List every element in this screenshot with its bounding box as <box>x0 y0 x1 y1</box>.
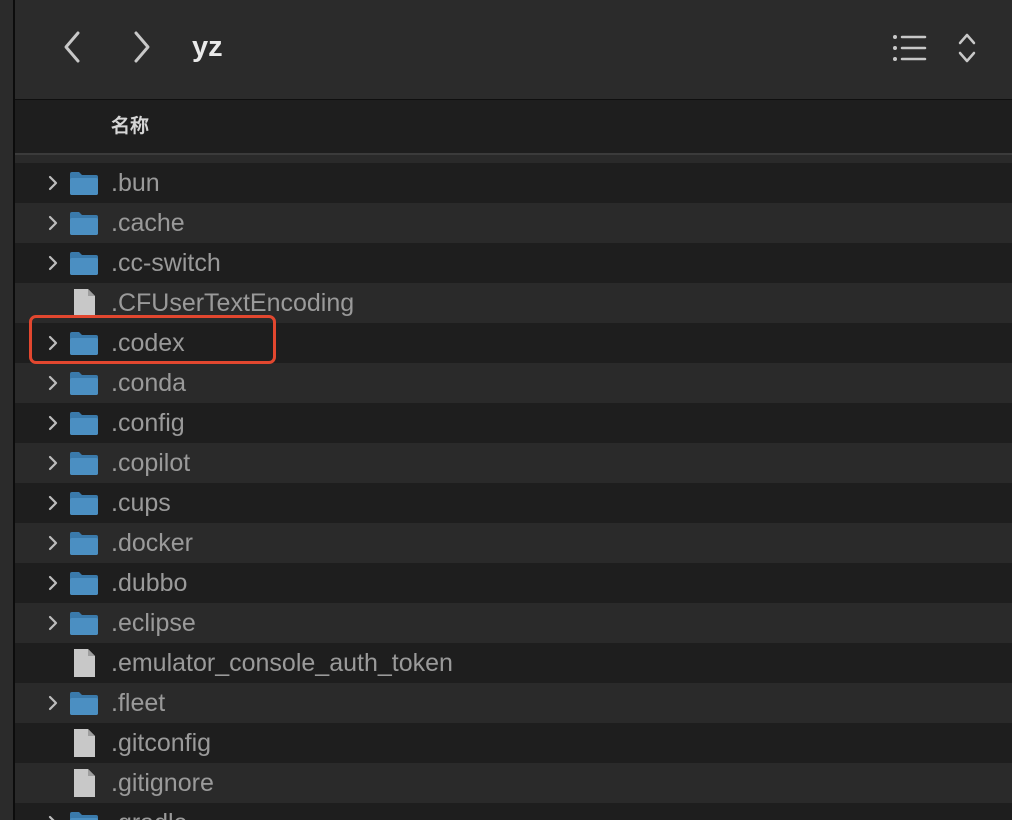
back-button[interactable] <box>55 27 89 67</box>
folder-icon <box>69 410 99 436</box>
list-item[interactable]: .docker <box>15 523 1012 563</box>
file-name: .CFUserTextEncoding <box>111 289 355 317</box>
list-item[interactable]: .conda <box>15 363 1012 403</box>
folder-icon <box>69 370 99 396</box>
file-name: .eclipse <box>111 609 196 637</box>
view-mode-button[interactable] <box>889 28 991 68</box>
disclosure-chevron-icon[interactable] <box>46 335 60 351</box>
file-name: .cups <box>111 489 171 517</box>
folder-icon <box>69 450 99 476</box>
folder-icon <box>69 810 99 820</box>
finder-window: yz 名称 .bun .cache .cc-switch .CFUserText… <box>0 0 1012 820</box>
folder-icon <box>69 490 99 516</box>
disclosure-chevron-icon[interactable] <box>46 535 60 551</box>
disclosure-chevron-icon[interactable] <box>46 255 60 271</box>
folder-icon <box>69 690 99 716</box>
list-item[interactable]: .emulator_console_auth_token <box>15 643 1012 683</box>
file-name: .emulator_console_auth_token <box>111 649 453 677</box>
list-item[interactable]: .gradle <box>15 803 1012 820</box>
list-item[interactable]: .gitignore <box>15 763 1012 803</box>
folder-icon <box>69 210 99 236</box>
disclosure-chevron-icon[interactable] <box>46 575 60 591</box>
file-name: .cc-switch <box>111 249 221 277</box>
list-item[interactable]: .fleet <box>15 683 1012 723</box>
disclosure-chevron-icon[interactable] <box>46 215 60 231</box>
disclosure-chevron-icon[interactable] <box>46 455 60 471</box>
column-header-name[interactable]: 名称 <box>111 113 149 141</box>
folder-icon <box>69 530 99 556</box>
document-icon <box>72 288 96 318</box>
window-title: yz <box>192 31 223 63</box>
file-name: .bun <box>111 169 160 197</box>
disclosure-chevron-icon[interactable] <box>46 695 60 711</box>
list-item[interactable]: .copilot <box>15 443 1012 483</box>
disclosure-chevron-icon[interactable] <box>46 815 60 820</box>
file-name: .dubbo <box>111 569 188 597</box>
file-name: .cache <box>111 209 185 237</box>
list-item[interactable]: .codex <box>15 323 1012 363</box>
folder-icon <box>69 610 99 636</box>
file-name: .copilot <box>111 449 191 477</box>
folder-icon <box>69 570 99 596</box>
document-icon <box>72 648 96 678</box>
list-item <box>15 155 1012 163</box>
list-item[interactable]: .cups <box>15 483 1012 523</box>
file-list: .bun .cache .cc-switch .CFUserTextEncodi… <box>15 155 1012 820</box>
disclosure-chevron-icon[interactable] <box>46 375 60 391</box>
file-name: .codex <box>111 329 185 357</box>
file-name: .config <box>111 409 185 437</box>
toolbar: yz <box>15 0 1012 100</box>
file-name: .docker <box>111 529 193 557</box>
document-icon <box>72 768 96 798</box>
file-name: .conda <box>111 369 187 397</box>
list-item[interactable]: .dubbo <box>15 563 1012 603</box>
disclosure-chevron-icon[interactable] <box>46 415 60 431</box>
list-item[interactable]: .config <box>15 403 1012 443</box>
file-name: .fleet <box>111 689 166 717</box>
chevron-right-icon <box>134 31 150 63</box>
forward-button[interactable] <box>125 27 159 67</box>
column-header: 名称 <box>15 101 1012 155</box>
document-icon <box>72 728 96 758</box>
disclosure-chevron-icon[interactable] <box>46 175 60 191</box>
list-item[interactable]: .cc-switch <box>15 243 1012 283</box>
folder-icon <box>69 170 99 196</box>
chevron-left-icon <box>64 31 80 63</box>
sidebar-edge <box>0 0 15 820</box>
list-item[interactable]: .eclipse <box>15 603 1012 643</box>
list-item[interactable]: .CFUserTextEncoding <box>15 283 1012 323</box>
list-item[interactable]: .gitconfig <box>15 723 1012 763</box>
file-name: .gitconfig <box>111 729 212 757</box>
folder-icon <box>69 330 99 356</box>
list-item[interactable]: .cache <box>15 203 1012 243</box>
disclosure-chevron-icon[interactable] <box>46 615 60 631</box>
file-name: .gitignore <box>111 769 214 797</box>
disclosure-chevron-icon[interactable] <box>46 495 60 511</box>
folder-icon <box>69 250 99 276</box>
up-down-chevron-icon <box>958 33 976 63</box>
file-name: .gradle <box>111 809 187 820</box>
list-view-icon <box>893 35 927 61</box>
list-item[interactable]: .bun <box>15 163 1012 203</box>
